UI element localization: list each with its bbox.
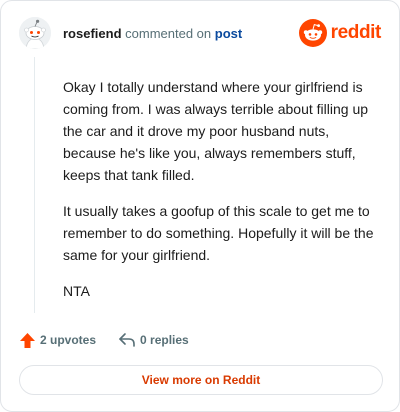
upvote-count: 2 upvotes xyxy=(40,333,97,347)
comment-body: Okay I totally understand where your gir… xyxy=(63,76,385,316)
reddit-logo-icon xyxy=(298,19,327,47)
comment-paragraph-1: Okay I totally understand where your gir… xyxy=(63,79,369,183)
view-more-button[interactable]: View more on Reddit xyxy=(19,365,383,395)
comment-header: rosefiend commented on post reddit xyxy=(19,17,381,53)
username-link[interactable]: rosefiend xyxy=(63,26,122,41)
reply-button[interactable]: 0 replies xyxy=(118,332,189,348)
reply-arrow-icon xyxy=(119,333,135,347)
reddit-brand[interactable]: reddit xyxy=(298,19,382,47)
comment-embed-card: rosefiend commented on post reddit Okay … xyxy=(0,0,400,412)
reddit-wordmark: reddit xyxy=(330,22,382,43)
upvote-arrow-icon xyxy=(20,332,35,348)
comment-paragraph-3: NTA xyxy=(63,283,90,299)
upvote-button[interactable]: 2 upvotes xyxy=(19,332,96,349)
user-avatar[interactable] xyxy=(19,17,51,49)
post-link[interactable]: post xyxy=(215,26,242,41)
thread-line xyxy=(34,57,35,313)
reply-count: 0 replies xyxy=(140,333,189,347)
snoo-avatar-icon xyxy=(19,17,51,49)
action-text: commented on xyxy=(125,26,212,41)
comment-meta: rosefiend commented on post xyxy=(63,26,242,42)
comment-paragraph-2: It usually takes a goofup of this scale … xyxy=(63,203,374,263)
comment-actions: 2 upvotes 0 replies xyxy=(19,329,189,351)
